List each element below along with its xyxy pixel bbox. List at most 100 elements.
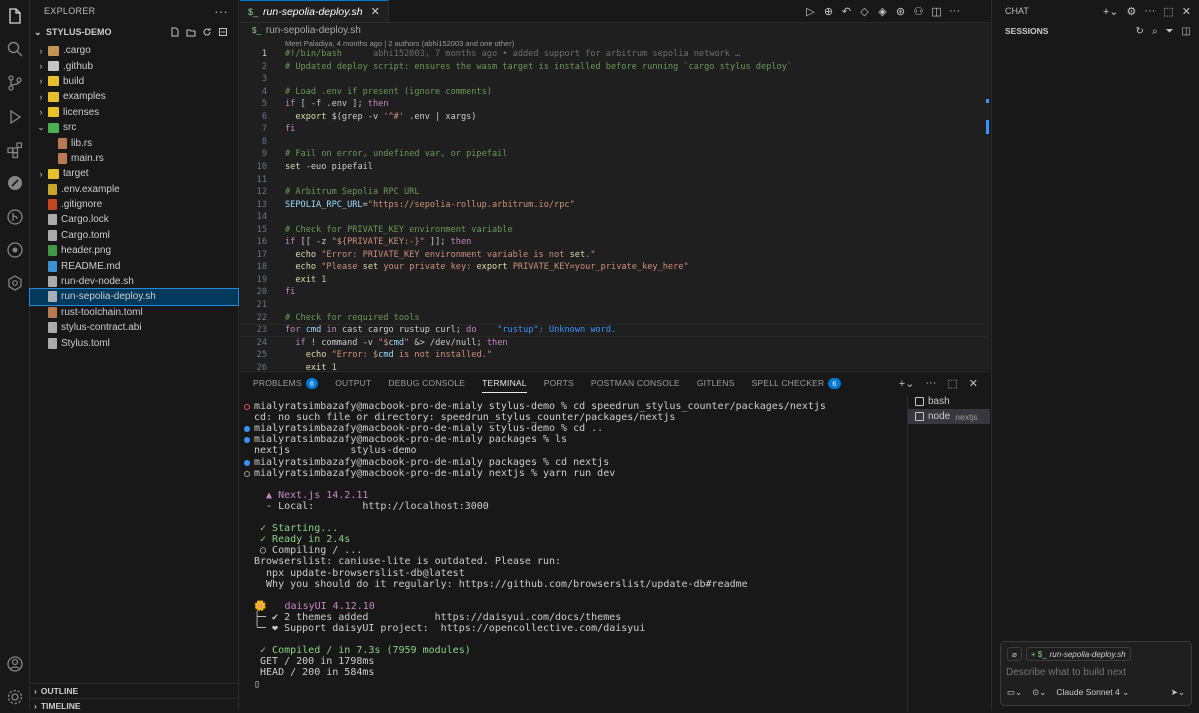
tree-file[interactable]: Cargo.toml	[30, 228, 238, 243]
code-line[interactable]: set -euo pipefail	[285, 162, 373, 172]
chat-input[interactable]	[1006, 667, 1186, 678]
new-terminal-icon[interactable]: +⌄	[899, 377, 915, 390]
new-chat-icon[interactable]: +⌄	[1103, 5, 1119, 18]
filter-icon[interactable]: ⏷	[1166, 26, 1174, 37]
attach-icon[interactable]: ⌀	[1007, 647, 1022, 661]
tree-folder[interactable]: ⌄ src	[30, 120, 238, 135]
terminal-instance[interactable]: node nextjs	[908, 409, 990, 424]
files-icon[interactable]	[5, 6, 25, 26]
tree-folder[interactable]: › .github	[30, 58, 238, 73]
blame-header[interactable]: Meet Paladiya, 4 months ago | 2 authors …	[285, 39, 514, 48]
outline-section[interactable]: › OUTLINE	[30, 683, 239, 698]
next-change-icon[interactable]: ◈	[877, 5, 888, 18]
tree-folder[interactable]: › target	[30, 166, 238, 181]
search-icon[interactable]	[5, 39, 25, 59]
close-icon[interactable]: ✕	[1182, 5, 1191, 18]
globe-icon[interactable]: ⊕	[823, 5, 834, 18]
tree-file[interactable]: Stylus.toml	[30, 335, 238, 350]
run-icon[interactable]: ▷	[805, 5, 816, 18]
tree-file[interactable]: run-dev-node.sh	[30, 274, 238, 289]
new-folder-icon[interactable]	[186, 27, 196, 37]
panel-tab-gitlens[interactable]: GITLENS	[697, 372, 735, 394]
panel-tab-debug-console[interactable]: DEBUG CONSOLE	[388, 372, 465, 394]
tools-icon[interactable]: ⊙⌄	[1032, 687, 1046, 698]
code-line[interactable]: fi	[285, 124, 295, 134]
code-line[interactable]: echo "Please set your private key: expor…	[285, 262, 688, 272]
code-line[interactable]: # Fail on error, undefined var, or pipef…	[285, 149, 507, 159]
more-actions-icon[interactable]: ···	[1144, 5, 1155, 18]
tree-file[interactable]: README.md	[30, 258, 238, 273]
code-line[interactable]: # Updated deploy script: ensures the was…	[285, 62, 792, 72]
panel-tab-postman-console[interactable]: POSTMAN CONSOLE	[591, 372, 680, 394]
editor-tab[interactable]: $_ run-sepolia-deploy.sh ✕	[240, 0, 389, 22]
copilot-icon[interactable]	[5, 273, 25, 293]
refresh-icon[interactable]: ↻	[1136, 26, 1144, 37]
gitlens-icon[interactable]	[5, 207, 25, 227]
remote-explorer-icon[interactable]	[5, 173, 25, 193]
panel-tab-ports[interactable]: PORTS	[544, 372, 574, 394]
tree-file[interactable]: .env.example	[30, 182, 238, 197]
code-line[interactable]: if ! command -v "$cmd" &> /dev/null; the…	[285, 338, 507, 348]
code-line[interactable]: for cmd in cast cargo rustup curl; do "r…	[285, 325, 616, 335]
tree-file[interactable]: header.png	[30, 243, 238, 258]
settings-gear-icon[interactable]	[5, 687, 25, 707]
panel-tab-output[interactable]: OUTPUT	[335, 372, 371, 394]
more-actions-icon[interactable]: ···	[925, 377, 936, 390]
collapse-all-icon[interactable]	[218, 27, 228, 37]
code-line[interactable]: # Check for PRIVATE_KEY environment vari…	[285, 225, 513, 235]
code-line[interactable]: echo "Error: PRIVATE_KEY environment var…	[285, 250, 595, 260]
code-line[interactable]: #!/bin/bash abhi152003, 7 months ago • a…	[285, 49, 740, 59]
new-file-icon[interactable]	[170, 27, 180, 37]
more-actions-icon[interactable]: ···	[949, 5, 960, 17]
panel-tab-terminal[interactable]: TERMINAL	[482, 372, 527, 394]
tree-folder[interactable]: › .cargo	[30, 43, 238, 58]
code-line[interactable]: fi	[285, 287, 295, 297]
code-line[interactable]: # Arbitrum Sepolia RPC URL	[285, 187, 420, 197]
source-control-icon[interactable]	[5, 73, 25, 93]
refresh-icon[interactable]	[202, 27, 212, 37]
previous-change-icon[interactable]: ◇	[859, 5, 870, 18]
send-icon[interactable]: ➤⌄	[1171, 687, 1185, 698]
settings-gear-icon[interactable]: ⚙	[1127, 5, 1137, 18]
close-icon[interactable]: ✕	[371, 5, 380, 18]
tree-file[interactable]: stylus-contract.abi	[30, 320, 238, 335]
timeline-back-icon[interactable]: ↶	[841, 5, 852, 18]
postman-icon[interactable]	[5, 240, 25, 260]
model-selector[interactable]: Claude Sonnet 4 ⌄	[1056, 687, 1129, 698]
terminal-instance[interactable]: bash	[908, 394, 990, 409]
tree-folder[interactable]: › licenses	[30, 105, 238, 120]
maximize-panel-icon[interactable]: ⬚	[947, 377, 957, 390]
tree-file[interactable]: rust-toolchain.toml	[30, 305, 238, 320]
code-line[interactable]: # Check for required tools	[285, 313, 420, 323]
tree-file[interactable]: .gitignore	[30, 197, 238, 212]
close-panel-icon[interactable]: ✕	[969, 377, 978, 390]
search-icon[interactable]: ⌕	[1152, 26, 1158, 37]
tree-file[interactable]: Cargo.lock	[30, 212, 238, 227]
code-line[interactable]: export $(grep -v '^#' .env | xargs)	[285, 112, 476, 122]
tree-file[interactable]: main.rs	[30, 151, 238, 166]
more-actions-icon[interactable]: ···	[214, 4, 228, 19]
maximize-icon[interactable]: ⬚	[1163, 5, 1173, 18]
panel-tab-spell-checker[interactable]: SPELL CHECKER 6	[752, 372, 841, 394]
code-line[interactable]: if [[ -z "${PRIVATE_KEY:-}" ]]; then	[285, 237, 471, 247]
context-file-pill[interactable]: + $_ run-sepolia-deploy.sh	[1025, 647, 1131, 661]
code-line[interactable]: exit 1	[285, 275, 326, 285]
tree-file[interactable]: lib.rs	[30, 135, 238, 150]
tree-file[interactable]: run-sepolia-deploy.sh	[29, 288, 239, 306]
panel-tab-problems[interactable]: PROBLEMS 6	[253, 372, 319, 394]
split-view-icon[interactable]: ◫	[1182, 26, 1191, 37]
project-root[interactable]: ⌄ STYLUS-DEMO	[30, 23, 238, 41]
extensions-icon[interactable]	[5, 140, 25, 160]
tree-folder[interactable]: › examples	[30, 89, 238, 104]
gitlens-inspect-icon[interactable]: ⊛	[895, 5, 906, 18]
tree-folder[interactable]: › build	[30, 74, 238, 89]
account-icon[interactable]	[5, 654, 25, 674]
code-line[interactable]: echo "Error: $cmd is not installed."	[285, 350, 492, 360]
run-debug-icon[interactable]	[5, 107, 25, 127]
sessions-header[interactable]: SESSIONS ↻ ⌕ ⏷ ◫	[992, 22, 1199, 40]
breadcrumb[interactable]: $_ run-sepolia-deploy.sh	[240, 23, 990, 38]
agent-mode-icon[interactable]: ▭⌄	[1007, 687, 1022, 698]
code-line[interactable]: # Load .env if present (ignore comments)	[285, 87, 492, 97]
code-line[interactable]: if [ -f .env ]; then	[285, 99, 389, 109]
split-editor-icon[interactable]: ◫	[931, 5, 942, 18]
